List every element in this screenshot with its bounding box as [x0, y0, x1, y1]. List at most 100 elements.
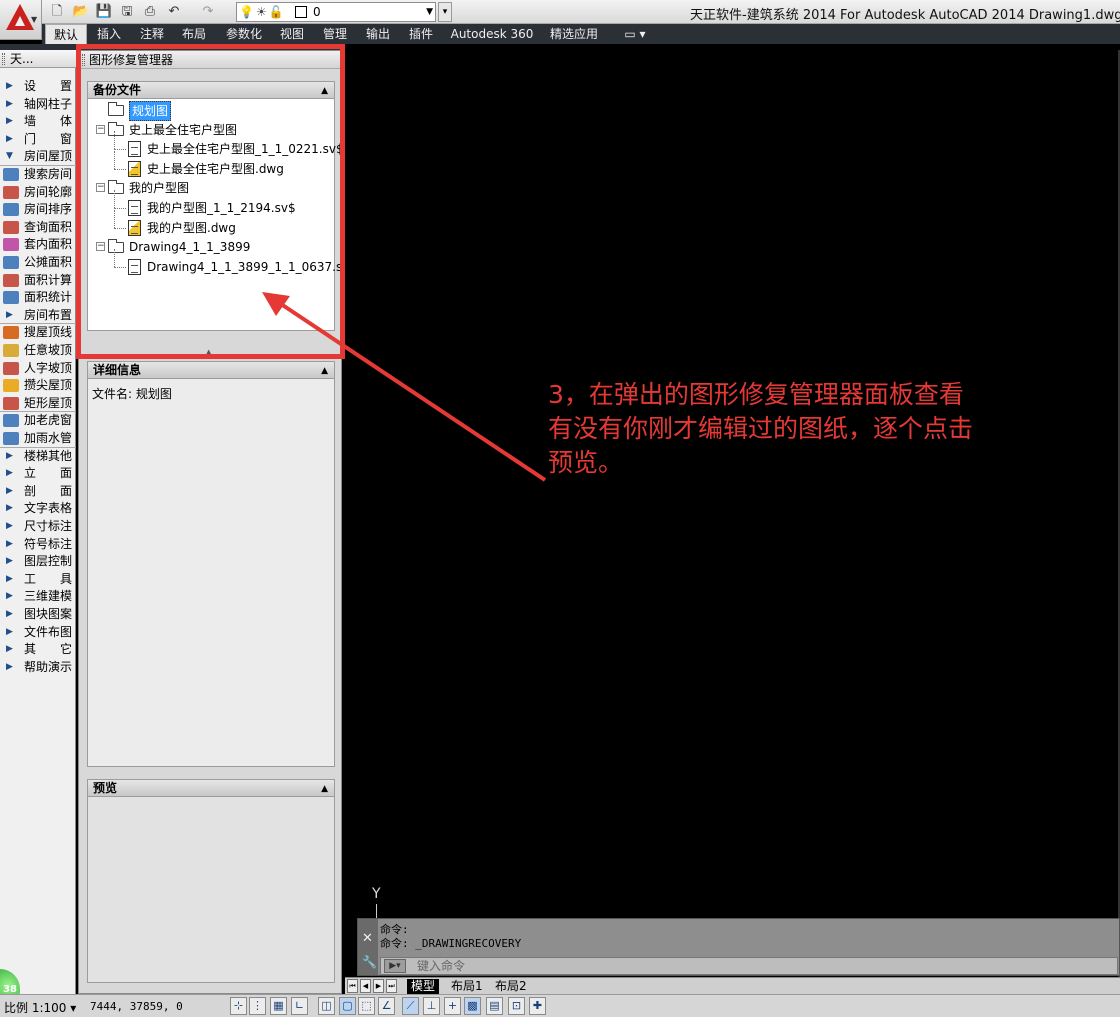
tab-featured-apps[interactable]: 精选应用	[544, 24, 604, 44]
infer-icon[interactable]: ⊹	[230, 997, 247, 1015]
tangent-menu-item[interactable]: ▼ 房间屋顶	[0, 148, 76, 165]
tab-layout1[interactable]: 布局1	[447, 979, 487, 995]
tangent-menu-item[interactable]: ▶ 尺寸标注	[0, 518, 76, 535]
undo-icon[interactable]: ↶	[165, 3, 183, 21]
next-tab-icon[interactable]: ▶	[373, 979, 384, 993]
layout-tabs: ⏮ ◀ ▶ ⏭ 模型 布局1 布局2	[345, 977, 1120, 995]
lineweight-icon[interactable]: +	[444, 997, 461, 1015]
quick-access-more-button[interactable]: ▾	[438, 2, 452, 22]
grip-icon[interactable]	[2, 53, 5, 65]
scale-selector[interactable]: 比例 1:100 ▾	[4, 999, 76, 1016]
polar-icon[interactable]: ◫	[318, 997, 335, 1015]
tangent-menu-item[interactable]: ▶ 帮助演示	[0, 659, 76, 676]
tab-manage[interactable]: 管理	[317, 24, 353, 44]
tab-layout2[interactable]: 布局2	[491, 979, 531, 995]
tab-layout[interactable]: 布局	[176, 24, 212, 44]
tangent-menu-item[interactable]: 公摊面积	[0, 254, 76, 271]
tab-model[interactable]: 模型	[407, 979, 440, 995]
tab-plugins[interactable]: 插件	[403, 24, 439, 44]
chevron-down-icon: ▼	[31, 15, 38, 24]
tangent-menu-item-label: 房间屋顶	[24, 149, 73, 164]
tangent-menu-item-label: 门 窗	[24, 131, 73, 146]
tangent-menu-item-label: 文件布图	[24, 624, 73, 639]
new-icon[interactable]: 🗋	[48, 3, 66, 21]
dynamic-input-icon[interactable]: ⊥	[423, 997, 440, 1015]
tangent-menu-item[interactable]: 加雨水管	[0, 430, 76, 447]
tangent-menu-item[interactable]: ▶ 文字表格	[0, 500, 76, 517]
prev-tab-icon[interactable]: ◀	[360, 979, 371, 993]
tangent-menu-item[interactable]: 套内面积	[0, 236, 76, 253]
tangent-menu-item[interactable]: 矩形屋顶	[0, 395, 76, 412]
tangent-menu-item[interactable]: 房间轮廓	[0, 184, 76, 201]
first-tab-icon[interactable]: ⏮	[347, 979, 358, 993]
prompt-icon[interactable]: ▶▾	[384, 959, 406, 973]
tab-insert[interactable]: 插入	[90, 24, 128, 44]
tangent-menu-item[interactable]: ▶ 轴网柱子	[0, 96, 76, 113]
tangent-menu-title[interactable]: 天...	[0, 50, 76, 68]
tangent-menu-item[interactable]: 加老虎窗	[0, 412, 76, 429]
annotation-monitor-icon[interactable]: ✚	[529, 997, 546, 1015]
tab-default[interactable]: 默认	[45, 24, 87, 44]
osnap-icon[interactable]: ▢	[339, 997, 356, 1015]
tangent-menu-item[interactable]: ▶ 墙 体	[0, 113, 76, 130]
tab-parametric[interactable]: 参数化	[220, 24, 268, 44]
close-icon[interactable]: ✕	[362, 931, 373, 946]
chevron-right-icon: ▶	[6, 503, 13, 514]
snap-icon[interactable]: ⋮	[249, 997, 266, 1015]
redo-icon[interactable]: ↷	[199, 3, 217, 21]
print-icon[interactable]: ⎙	[141, 3, 159, 21]
drawing-canvas[interactable]	[345, 44, 1120, 977]
ortho-icon[interactable]: ∟	[291, 997, 308, 1015]
tangent-menu-item[interactable]: ▶ 其 它	[0, 641, 76, 658]
tangent-menu-item[interactable]: 搜索房间	[0, 166, 76, 183]
save-as-icon[interactable]: 🖫	[118, 3, 136, 21]
wrench-icon[interactable]: 🔧	[362, 955, 377, 969]
tangent-menu-item[interactable]: ▶ 图块图案	[0, 606, 76, 623]
tab-view[interactable]: 视图	[274, 24, 310, 44]
tab-autodesk-360[interactable]: Autodesk 360	[446, 24, 538, 44]
command-input[interactable]: ▶▾ 键入命令	[380, 957, 1118, 975]
ribbon-minimize-button[interactable]: ▭ ▾	[620, 24, 650, 44]
tab-output[interactable]: 输出	[360, 24, 396, 44]
tangent-menu-item[interactable]: ▶ 工 具	[0, 571, 76, 588]
details-header-text: 详细信息	[93, 363, 142, 377]
selection-cycling-icon[interactable]: ⊡	[508, 997, 525, 1015]
tab-annotate[interactable]: 注释	[134, 24, 170, 44]
grid-icon[interactable]: ▦	[270, 997, 287, 1015]
save-icon[interactable]: 💾	[95, 3, 113, 21]
tangent-menu-item[interactable]: 搜屋顶线	[0, 324, 76, 341]
layer-dropdown[interactable]: 💡☀🔓 0 ▼	[236, 2, 436, 22]
3d-osnap-icon[interactable]: ⬚	[358, 997, 375, 1015]
last-tab-icon[interactable]: ⏭	[386, 979, 397, 993]
collapse-icon[interactable]: ▲	[321, 781, 328, 797]
tangent-menu-item[interactable]: ▶ 三维建模	[0, 588, 76, 605]
tangent-menu-item[interactable]: ▶ 文件布图	[0, 624, 76, 641]
quick-properties-icon[interactable]: ▤	[486, 997, 503, 1015]
tangent-menu-item[interactable]: 面积计算	[0, 272, 76, 289]
tangent-menu-item[interactable]: 人字坡顶	[0, 360, 76, 377]
tangent-menu-item[interactable]: ▶ 设 置	[0, 78, 76, 95]
tangent-menu-item[interactable]: 任意坡顶	[0, 342, 76, 359]
tangent-menu-item[interactable]: ▶ 符号标注	[0, 536, 76, 553]
chevron-right-icon: ▶	[6, 538, 13, 549]
tangent-menu-item[interactable]: 房间排序	[0, 201, 76, 218]
tangent-menu-item[interactable]: ▶ 楼梯其他	[0, 448, 76, 465]
tangent-menu-item-label: 图块图案	[24, 607, 73, 621]
tangent-menu-item[interactable]: ▶ 房间布置	[0, 307, 76, 324]
title-bar: 🗋 📂 💾 🖫 ⎙ ↶ ↷ 💡☀🔓 0 ▼ ▾ 天正软件-建筑系统 2014 F…	[0, 0, 1120, 24]
tangent-menu-item[interactable]: ▶ 门 窗	[0, 131, 76, 148]
tangent-menu-item[interactable]: ▶ 立 面	[0, 465, 76, 482]
dynamic-ucs-icon[interactable]: ⟋	[402, 997, 419, 1015]
tangent-menu-item[interactable]: ▶ 图层控制	[0, 553, 76, 570]
chevron-right-icon: ▶	[6, 644, 13, 655]
tangent-menu-item[interactable]: ▶ 剖 面	[0, 483, 76, 500]
tangent-menu-item[interactable]: 查询面积	[0, 219, 76, 236]
open-icon[interactable]: 📂	[72, 3, 90, 21]
tangent-menu-item[interactable]: 面积统计	[0, 289, 76, 306]
application-menu-button[interactable]: ▼	[0, 0, 42, 40]
tangent-menu-item[interactable]: 攒尖屋顶	[0, 377, 76, 394]
otrack-icon[interactable]: ∠	[378, 997, 395, 1015]
transparency-icon[interactable]: ▩	[464, 997, 481, 1015]
chevron-down-icon[interactable]: ▼	[426, 3, 433, 21]
preview-header[interactable]: 预览 ▲	[87, 779, 335, 797]
